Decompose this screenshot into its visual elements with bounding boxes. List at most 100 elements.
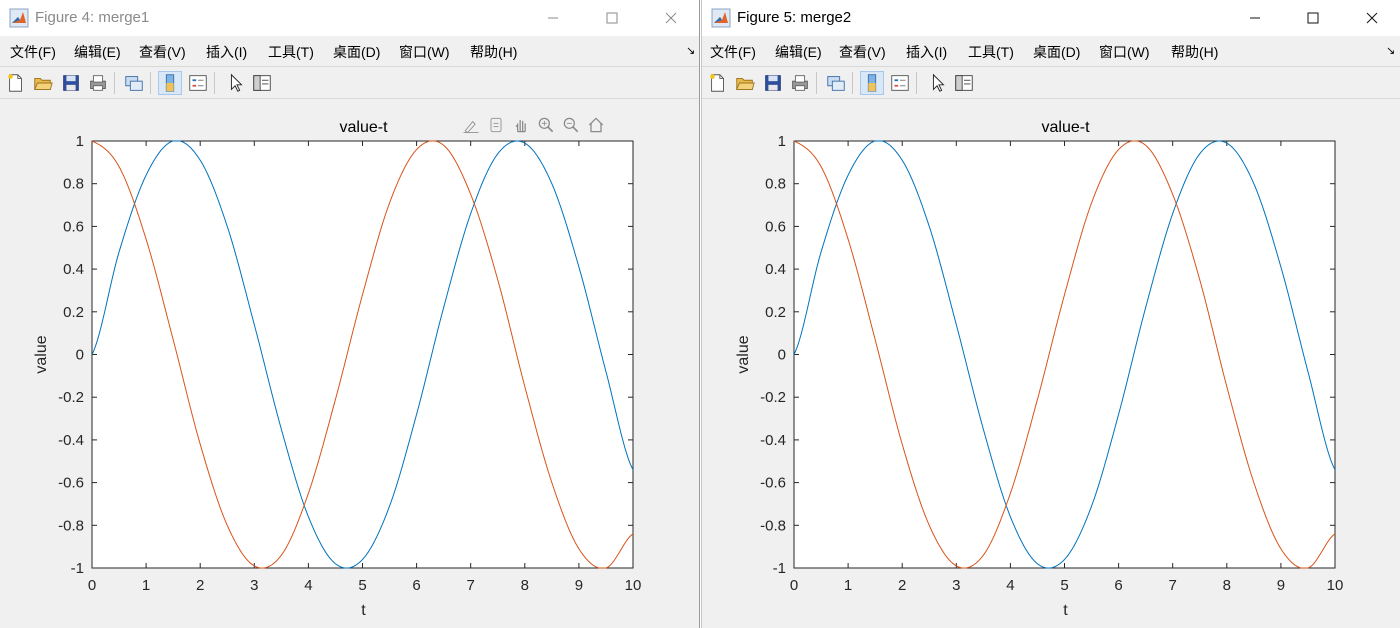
chart-title: value-t <box>1041 119 1090 136</box>
property-inspector-icon <box>253 75 271 91</box>
menu-window[interactable]: 窗口(W) <box>1099 42 1150 62</box>
close-button[interactable] <box>648 0 694 36</box>
legend-button[interactable] <box>888 71 912 95</box>
y-tick-label: 0 <box>76 347 84 364</box>
menu-desktop[interactable]: 桌面(D) <box>333 42 380 62</box>
link-plot-button[interactable] <box>122 71 146 95</box>
toolbar-separator <box>214 72 215 94</box>
menu-edit[interactable]: 编辑(E) <box>775 42 822 62</box>
y-tick-label: 0.2 <box>765 304 786 321</box>
new-file-icon <box>710 74 724 92</box>
menu-edit[interactable]: 编辑(E) <box>74 42 121 62</box>
colorbar-icon <box>867 74 877 92</box>
dock-arrow-icon[interactable]: ↘ <box>686 44 695 57</box>
dock-arrow-icon[interactable]: ↘ <box>1386 44 1395 57</box>
open-folder-button[interactable] <box>31 71 55 95</box>
close-icon <box>1366 12 1378 24</box>
print-button[interactable] <box>788 71 812 95</box>
menu-window[interactable]: 窗口(W) <box>399 42 450 62</box>
y-tick-label: -1 <box>773 560 786 577</box>
legend-button[interactable] <box>186 71 210 95</box>
minimize-button[interactable] <box>530 0 576 36</box>
figure-window-4[interactable]: Figure 4: merge1 文件(F) 编辑(E) 查看(V) 插入(I)… <box>0 0 700 628</box>
title-bar[interactable]: Figure 4: merge1 <box>0 0 699 36</box>
menu-view[interactable]: 查看(V) <box>139 42 186 62</box>
menu-bar: 文件(F) 编辑(E) 查看(V) 插入(I) 工具(T) 桌面(D) 窗口(W… <box>702 38 1400 64</box>
x-tick-label: 3 <box>250 577 258 594</box>
link-plot-icon <box>125 76 143 91</box>
minimize-icon <box>1250 17 1260 19</box>
y-tick-label: 0.8 <box>63 176 84 193</box>
open-folder-icon <box>34 77 53 90</box>
x-axis-label: t <box>1063 602 1068 619</box>
menu-help[interactable]: 帮助(H) <box>470 42 517 62</box>
pointer-button[interactable] <box>926 71 950 95</box>
y-tick-label: 0.4 <box>765 261 786 278</box>
x-tick-label: 10 <box>1327 577 1344 594</box>
close-button[interactable] <box>1349 0 1395 36</box>
maximize-icon <box>1307 12 1319 24</box>
close-icon <box>665 12 677 24</box>
plot-area[interactable]: 0 1 2 3 4 5 6 7 8 9 10 -1 -0.8 -0.6 -0.4 -0.2 0 0.2 0.4 0.6… <box>702 100 1400 628</box>
new-file-icon <box>8 74 22 92</box>
print-icon <box>792 75 808 91</box>
title-bar[interactable]: Figure 5: merge2 <box>702 0 1400 36</box>
save-button[interactable] <box>761 71 785 95</box>
matlab-logo-icon <box>711 8 731 28</box>
print-icon <box>90 75 106 91</box>
save-icon <box>765 75 781 91</box>
toolbar-separator <box>852 72 853 94</box>
y-axis-label: value <box>33 335 50 373</box>
maximize-button[interactable] <box>1290 0 1336 36</box>
menu-view[interactable]: 查看(V) <box>839 42 886 62</box>
save-icon <box>63 75 79 91</box>
print-button[interactable] <box>86 71 110 95</box>
toolbar-separator <box>114 72 115 94</box>
x-tick-label: 9 <box>575 577 583 594</box>
y-tick-label: -0.4 <box>760 432 786 449</box>
link-plot-button[interactable] <box>824 71 848 95</box>
x-tick-label: 7 <box>467 577 475 594</box>
menu-insert[interactable]: 插入(I) <box>206 42 247 62</box>
plot-area[interactable]: 0 1 2 3 4 5 6 7 8 9 10 -1 -0.8 -0.6 -0.4 -0.2 0 0.2 0.4 0.6… <box>0 100 700 628</box>
pointer-icon <box>230 73 243 92</box>
menu-file[interactable]: 文件(F) <box>710 42 756 62</box>
menu-tools[interactable]: 工具(T) <box>968 42 1014 62</box>
colorbar-button[interactable] <box>158 71 182 95</box>
y-tick-label: -0.6 <box>760 475 786 492</box>
x-tick-label: 0 <box>790 577 798 594</box>
maximize-button[interactable] <box>589 0 635 36</box>
open-folder-button[interactable] <box>733 71 757 95</box>
x-tick-label: 3 <box>952 577 960 594</box>
y-tick-label: -0.6 <box>58 475 84 492</box>
colorbar-button[interactable] <box>860 71 884 95</box>
y-tick-label: 0.2 <box>63 304 84 321</box>
save-button[interactable] <box>59 71 83 95</box>
link-plot-icon <box>827 76 845 91</box>
new-file-button[interactable] <box>706 71 730 95</box>
minimize-button[interactable] <box>1232 0 1278 36</box>
x-tick-label: 5 <box>358 577 366 594</box>
pointer-button[interactable] <box>224 71 248 95</box>
figure-toolbar <box>702 66 1400 99</box>
x-tick-label: 4 <box>304 577 312 594</box>
minimize-icon <box>548 17 558 19</box>
new-file-button[interactable] <box>4 71 28 95</box>
menu-file[interactable]: 文件(F) <box>10 42 56 62</box>
menu-tools[interactable]: 工具(T) <box>268 42 314 62</box>
legend-icon <box>189 75 207 91</box>
y-tick-label: -0.2 <box>760 389 786 406</box>
y-tick-label: 0.6 <box>63 218 84 235</box>
x-tick-label: 6 <box>412 577 420 594</box>
menu-help[interactable]: 帮助(H) <box>1171 42 1218 62</box>
y-tick-label: -0.8 <box>760 517 786 534</box>
property-inspector-icon <box>955 75 973 91</box>
axes-box <box>91 140 634 569</box>
property-inspector-button[interactable] <box>250 71 274 95</box>
figure-window-5[interactable]: Figure 5: merge2 文件(F) 编辑(E) 查看(V) 插入(I)… <box>701 0 1400 628</box>
x-tick-label: 2 <box>898 577 906 594</box>
menu-desktop[interactable]: 桌面(D) <box>1033 42 1080 62</box>
property-inspector-button[interactable] <box>952 71 976 95</box>
y-tick-label: -0.4 <box>58 432 84 449</box>
menu-insert[interactable]: 插入(I) <box>906 42 947 62</box>
